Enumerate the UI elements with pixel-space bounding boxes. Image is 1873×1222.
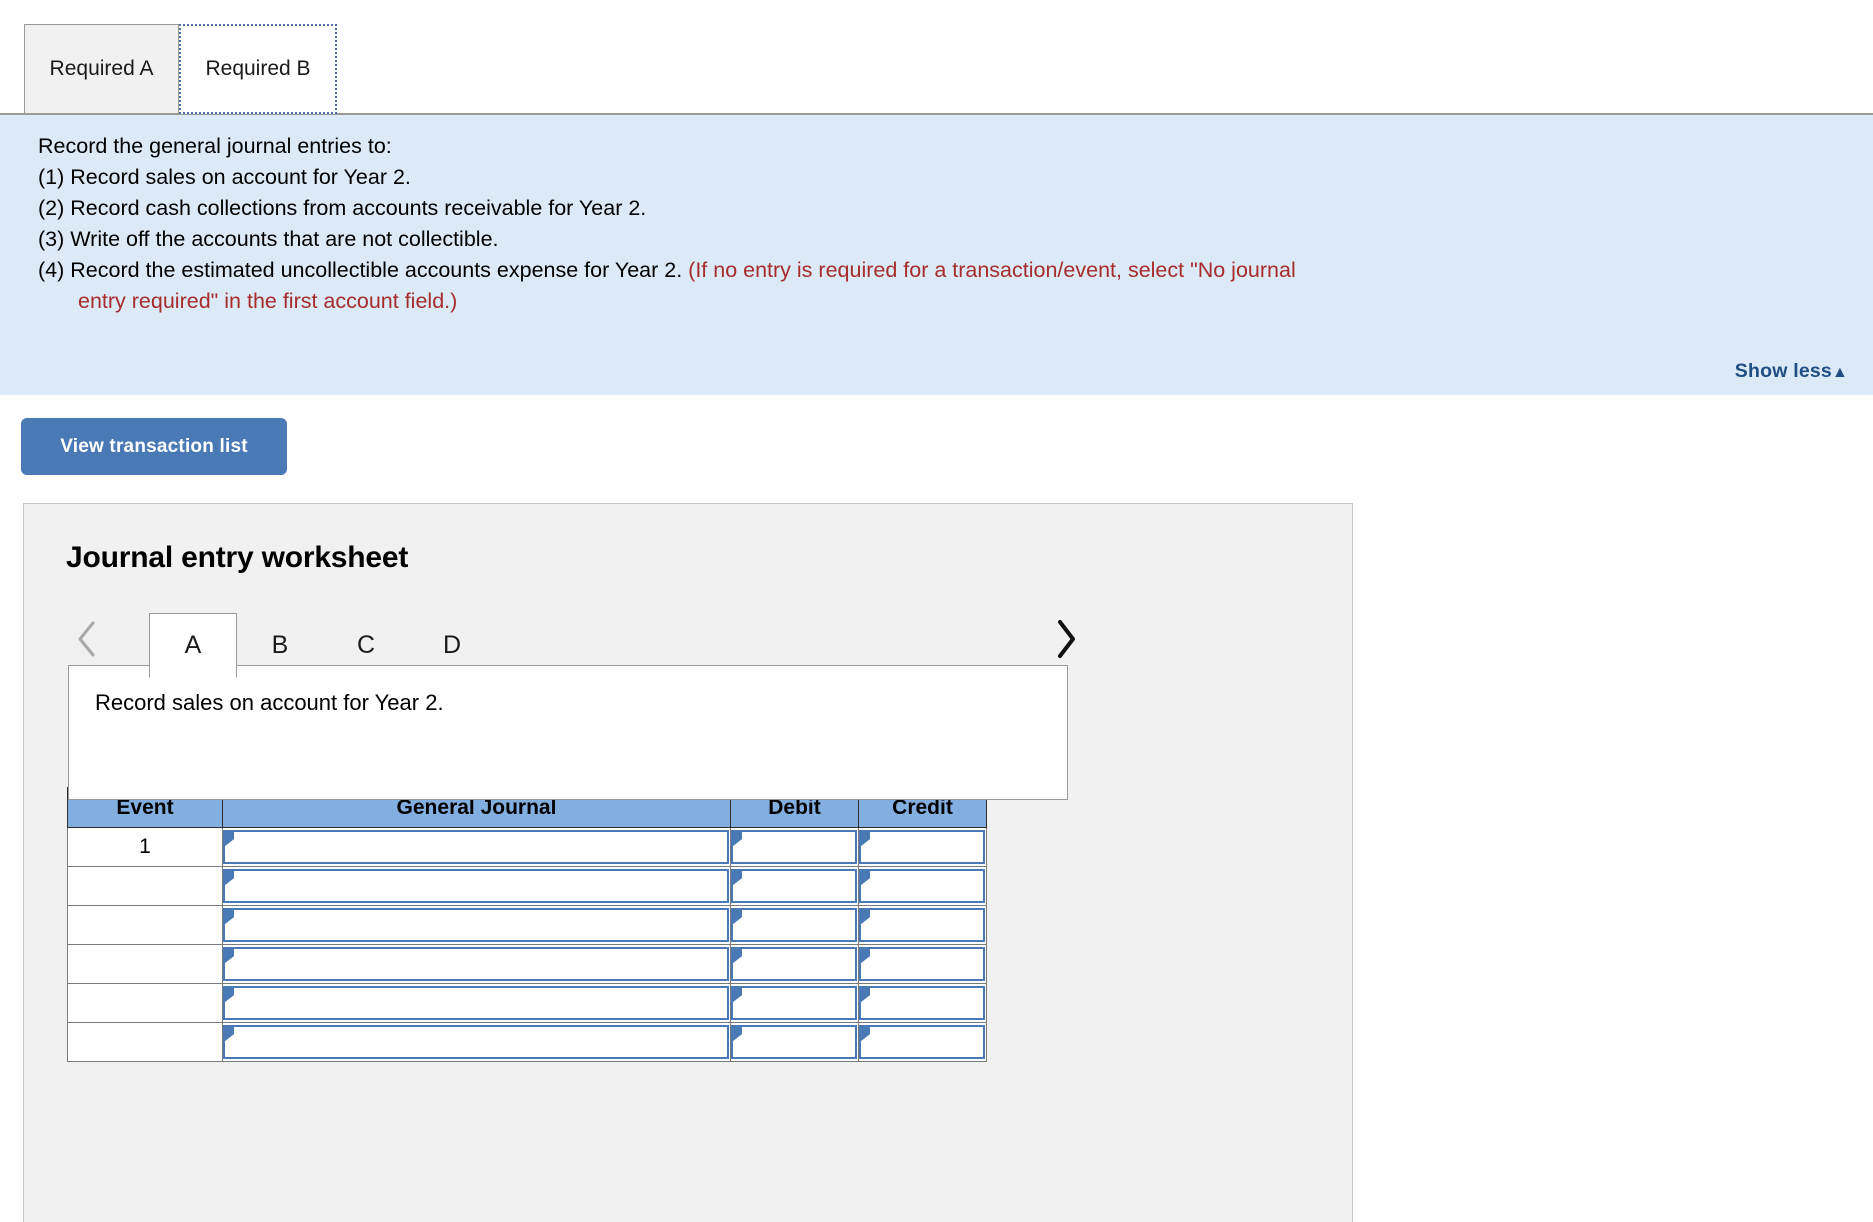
table-row [67,866,987,906]
worksheet-tab-d-label: D [442,631,462,659]
tab-required-a-label: Required A [49,57,154,80]
debit-input[interactable] [731,830,857,864]
general-journal-cell[interactable] [222,944,731,984]
debit-cell[interactable] [730,983,859,1023]
debit-input[interactable] [731,986,857,1020]
instruction-panel: Record the general journal entries to: (… [0,115,1873,395]
general-journal-input[interactable] [223,986,729,1020]
debit-input[interactable] [731,1025,857,1059]
debit-input[interactable] [731,869,857,903]
caret-up-icon: ▲ [1831,364,1848,381]
general-journal-cell[interactable] [222,827,731,867]
table-row [67,905,987,945]
credit-cell[interactable] [858,983,987,1023]
event-cell [67,905,223,945]
worksheet-tab-a[interactable]: A [149,613,237,678]
dropdown-marker-icon [861,871,870,885]
journal-entry-table: Event General Journal Debit Credit 1 [67,787,987,1062]
worksheet-description-box: Record sales on account for Year 2. [68,665,1068,800]
dropdown-marker-icon [861,1027,870,1041]
worksheet-description-text: Record sales on account for Year 2. [95,690,444,715]
instruction-item-4: (4) Record the estimated uncollectible a… [38,255,1847,286]
credit-cell[interactable] [858,866,987,906]
credit-input[interactable] [859,986,985,1020]
instruction-item-3: (3) Write off the accounts that are not … [38,227,499,251]
table-row [67,1022,987,1062]
chevron-left-icon[interactable] [66,615,108,663]
dropdown-marker-icon [861,988,870,1002]
instruction-item-2: (2) Record cash collections from account… [38,196,647,220]
worksheet-tab-a-label: A [184,631,202,659]
event-cell [67,983,223,1023]
dropdown-marker-icon [225,871,234,885]
debit-cell[interactable] [730,944,859,984]
dropdown-marker-icon [225,910,234,924]
dropdown-marker-icon [861,832,870,846]
debit-cell[interactable] [730,827,859,867]
chevron-right-icon[interactable] [1045,615,1087,663]
credit-input[interactable] [859,947,985,981]
worksheet-tab-b-label: B [271,631,289,659]
instruction-item-4-red: (If no entry is required for a transacti… [688,258,1296,282]
page-root: Required A Required B Record the general… [0,0,1873,1222]
event-cell: 1 [67,827,223,867]
view-transaction-list-button[interactable]: View transaction list [21,418,287,475]
dropdown-marker-icon [733,949,742,963]
tab-required-b[interactable]: Required B [179,24,337,114]
general-journal-input[interactable] [223,830,729,864]
general-journal-cell[interactable] [222,983,731,1023]
debit-cell[interactable] [730,866,859,906]
table-row: 1 [67,827,987,867]
dropdown-marker-icon [225,1027,234,1041]
dropdown-marker-icon [733,832,742,846]
table-row [67,944,987,984]
general-journal-cell[interactable] [222,905,731,945]
debit-cell[interactable] [730,1022,859,1062]
tab-required-a[interactable]: Required A [24,24,179,114]
show-less-link[interactable]: Show less▲ [1735,360,1848,383]
dropdown-marker-icon [225,949,234,963]
general-journal-cell[interactable] [222,1022,731,1062]
dropdown-marker-icon [225,988,234,1002]
general-journal-input[interactable] [223,908,729,942]
credit-input[interactable] [859,869,985,903]
credit-cell[interactable] [858,827,987,867]
instruction-item-4-red-continued: entry required" in the first account fie… [78,289,458,313]
credit-cell[interactable] [858,944,987,984]
instruction-item-1: (1) Record sales on account for Year 2. [38,165,411,189]
credit-input[interactable] [859,908,985,942]
show-less-label: Show less [1734,360,1832,382]
dropdown-marker-icon [225,832,234,846]
debit-cell[interactable] [730,905,859,945]
dropdown-marker-icon [733,910,742,924]
dropdown-marker-icon [861,910,870,924]
general-journal-cell[interactable] [222,866,731,906]
credit-input[interactable] [859,1025,985,1059]
instruction-item-4-black: (4) Record the estimated uncollectible a… [38,258,683,282]
general-journal-input[interactable] [223,947,729,981]
general-journal-input[interactable] [223,869,729,903]
debit-input[interactable] [731,947,857,981]
event-cell [67,866,223,906]
required-tab-bar: Required A Required B [0,0,1873,127]
event-cell [67,944,223,984]
credit-cell[interactable] [858,1022,987,1062]
event-cell [67,1022,223,1062]
dropdown-marker-icon [861,949,870,963]
worksheet-title: Journal entry worksheet [66,541,409,574]
instruction-intro: Record the general journal entries to: [38,134,392,158]
general-journal-input[interactable] [223,1025,729,1059]
dropdown-marker-icon [733,871,742,885]
debit-input[interactable] [731,908,857,942]
tab-required-b-label: Required B [205,57,311,80]
credit-input[interactable] [859,830,985,864]
worksheet-tab-c-label: C [356,631,376,659]
journal-entry-table-body: 1 [67,827,987,1062]
dropdown-marker-icon [733,1027,742,1041]
credit-cell[interactable] [858,905,987,945]
table-row [67,983,987,1023]
journal-entry-worksheet-panel: Journal entry worksheet A B C D Record s… [23,503,1353,1222]
dropdown-marker-icon [733,988,742,1002]
